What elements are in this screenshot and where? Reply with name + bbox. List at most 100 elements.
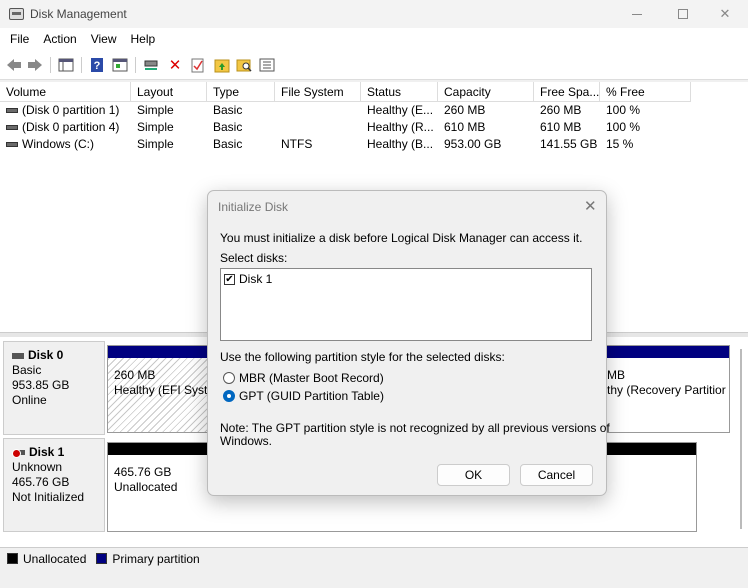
ok-button[interactable]: OK [437, 464, 510, 486]
table-cell-status: Healthy (B... [367, 137, 434, 151]
disk-size: 465.76 GB [12, 475, 70, 489]
maximize-icon [678, 9, 688, 19]
disk-listbox[interactable]: ✔ Disk 1 [220, 268, 592, 341]
table-cell-status: Healthy (R... [367, 120, 434, 134]
console-tree-icon[interactable] [57, 56, 75, 74]
column-header-capacity[interactable]: Capacity [438, 82, 534, 102]
mbr-radio[interactable] [223, 372, 235, 384]
legend-item-primary: Primary partition [96, 552, 200, 566]
initialize-disk-dialog: Initialize Disk ✕ You must initialize a … [207, 190, 610, 496]
disk-1-checkbox[interactable]: ✔ [224, 274, 235, 285]
back-arrow-icon[interactable] [5, 56, 23, 74]
volume-icon [6, 142, 18, 148]
table-cell-free-space: 260 MB [540, 103, 582, 117]
list-icon[interactable] [258, 56, 276, 74]
disk-state: Online [12, 393, 47, 407]
legend-item-unallocated: Unallocated [7, 552, 86, 566]
table-cell-capacity: 953.00 GB [444, 137, 502, 151]
table-row-volume[interactable]: (Disk 0 partition 4) [0, 120, 131, 137]
disk-type: Basic [12, 363, 42, 377]
dialog-intro-text: You must initialize a disk before Logica… [220, 231, 583, 245]
table-cell-capacity: 260 MB [444, 103, 486, 117]
close-icon: ✕ [584, 198, 597, 215]
disk-pane-scrollbar[interactable] [738, 349, 744, 529]
menu-view[interactable]: View [84, 28, 124, 50]
table-cell-free-space: 610 MB [540, 120, 582, 134]
table-cell-percent-free: 100 % [606, 103, 641, 117]
disk-1-label[interactable]: Disk 1 Unknown 465.76 GB Not Initialized [3, 438, 105, 532]
disk-size: 953.85 GB [12, 378, 70, 392]
gpt-radio[interactable] [223, 390, 235, 402]
toolbar-separator [50, 57, 51, 73]
table-cell-type: Basic [213, 120, 243, 134]
primary-partition-bar [604, 346, 729, 358]
close-button[interactable]: ✕ [702, 0, 748, 28]
disk-icon [12, 352, 24, 359]
disk-0-partition-recovery[interactable]: MB thy (Recovery Partitior [603, 345, 730, 433]
connect-icon[interactable] [142, 56, 160, 74]
help-icon[interactable]: ? [88, 56, 106, 74]
table-cell-capacity: 610 MB [444, 120, 486, 134]
check-icon[interactable] [189, 56, 207, 74]
table-cell-free-space: 141.55 GB [540, 137, 598, 151]
column-header-type[interactable]: Type [207, 82, 275, 102]
menu-help[interactable]: Help [124, 28, 163, 50]
table-row-volume[interactable]: (Disk 0 partition 1) [0, 103, 131, 120]
forward-arrow-icon[interactable] [26, 56, 44, 74]
toolbar-separator [81, 57, 82, 73]
column-header-free-space[interactable]: Free Spa... [534, 82, 600, 102]
disk-state: Not Initialized [12, 490, 85, 504]
table-cell-type: Basic [213, 103, 243, 117]
table-cell-file-system [277, 120, 361, 137]
table-cell-type: Basic [213, 137, 243, 151]
disk-0-label[interactable]: Disk 0 Basic 953.85 GB Online [3, 341, 105, 435]
delete-icon[interactable]: ✕ [166, 56, 184, 74]
select-disks-label: Select disks: [220, 251, 288, 265]
gpt-note-line-2: Windows. [220, 434, 273, 448]
svg-text:?: ? [94, 60, 101, 72]
table-cell-status: Healthy (E... [367, 103, 434, 117]
minimize-button[interactable] [614, 0, 660, 28]
column-header-file-system[interactable]: File System [275, 82, 361, 102]
column-header-status[interactable]: Status [361, 82, 438, 102]
dialog-close-button[interactable]: ✕ [584, 197, 597, 215]
close-icon: ✕ [719, 6, 731, 21]
disk-1-check-label[interactable]: Disk 1 [239, 272, 272, 286]
volume-icon [6, 125, 18, 131]
table-cell-file-system: NTFS [281, 137, 313, 151]
partition-style-label: Use the following partition style for th… [220, 350, 505, 364]
toolbar-separator [135, 57, 136, 73]
disk-error-icon [12, 448, 26, 458]
cancel-button[interactable]: Cancel [520, 464, 593, 486]
title-bar: Disk Management ✕ [0, 0, 748, 28]
folder-up-icon[interactable] [213, 56, 231, 74]
disk-0-partition-efi[interactable]: 260 MB Healthy (EFI Syste [107, 345, 214, 433]
menu-bar: File Action View Help [0, 28, 748, 50]
toolbar: ? ✕ [0, 50, 748, 80]
window-title: Disk Management [30, 7, 127, 21]
primary-partition-swatch [96, 553, 108, 564]
table-cell-layout: Simple [137, 137, 174, 151]
menu-action[interactable]: Action [36, 28, 83, 50]
table-cell-percent-free: 15 % [606, 137, 634, 151]
table-cell-layout: Simple [137, 120, 174, 134]
status-bar [0, 569, 748, 588]
table-cell-layout: Simple [137, 103, 174, 117]
gpt-radio-label[interactable]: GPT (GUID Partition Table) [239, 389, 384, 403]
column-header-layout[interactable]: Layout [131, 82, 207, 102]
dialog-title: Initialize Disk [218, 200, 289, 214]
column-header-volume[interactable]: Volume [0, 82, 131, 102]
legend: Unallocated Primary partition [0, 547, 748, 569]
properties-icon[interactable] [111, 56, 129, 74]
primary-partition-bar [108, 346, 207, 358]
maximize-button[interactable] [660, 0, 706, 28]
mbr-radio-label[interactable]: MBR (Master Boot Record) [239, 371, 384, 385]
menu-file[interactable]: File [3, 28, 36, 50]
gpt-note-line-1: Note: The GPT partition style is not rec… [220, 421, 610, 435]
column-header-percent-free[interactable]: % Free [600, 82, 691, 102]
search-folder-icon[interactable] [235, 56, 253, 74]
disk-management-icon [9, 8, 24, 20]
volume-icon [6, 108, 18, 114]
table-row-volume[interactable]: Windows (C:) [0, 137, 131, 154]
table-cell-percent-free: 100 % [606, 120, 641, 134]
